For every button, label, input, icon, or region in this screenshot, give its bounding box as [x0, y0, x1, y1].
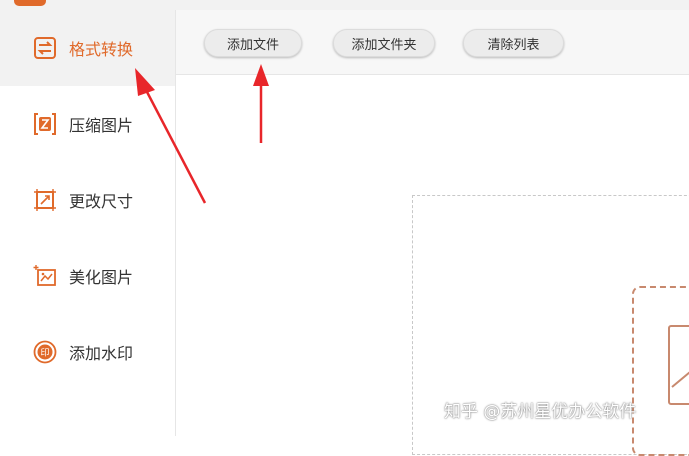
annotation-arrows: [135, 64, 269, 204]
annotation-arrow-sidebar: [144, 89, 207, 204]
watermark-text: 知乎 @苏州星优办公软件: [444, 402, 637, 422]
